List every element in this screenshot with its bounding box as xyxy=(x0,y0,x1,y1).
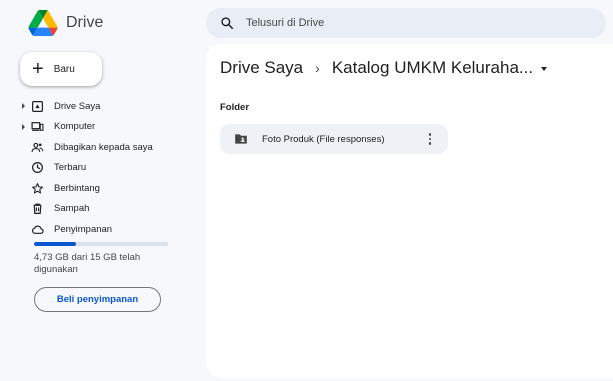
sidebar-item-my-drive[interactable]: Drive Saya xyxy=(22,96,206,117)
star-icon xyxy=(30,181,44,195)
app-name: Drive xyxy=(66,14,104,31)
more-options-icon[interactable] xyxy=(422,131,438,147)
sidebar-nav: Drive Saya Komputer Dibagikan kepada say… xyxy=(22,96,206,240)
sidebar-item-label: Drive Saya xyxy=(54,100,101,112)
expand-arrow-icon[interactable] xyxy=(22,123,25,130)
expand-arrow-icon[interactable] xyxy=(22,103,25,109)
cloud-icon xyxy=(30,222,44,236)
sidebar-item-label: Terbaru xyxy=(54,162,87,174)
breadcrumb-current-folder[interactable]: Katalog UMKM Keluraha... xyxy=(331,58,548,78)
sidebar-item-starred[interactable]: Berbintang xyxy=(26,178,206,199)
storage-progress-bar xyxy=(34,242,168,246)
folder-item[interactable]: Foto Produk (File responses) xyxy=(220,124,448,154)
drive-logo[interactable]: Drive xyxy=(28,10,103,36)
clock-icon xyxy=(30,161,44,175)
storage-usage-text: 4,73 GB dari 15 GB telah digunakan xyxy=(34,252,141,275)
search-bar[interactable] xyxy=(206,8,606,38)
search-icon[interactable] xyxy=(220,16,234,30)
folder-name: Foto Produk (File responses) xyxy=(262,133,385,145)
google-drive-logo-icon xyxy=(28,10,58,36)
sidebar-item-label: Dibagikan kepada saya xyxy=(54,141,153,153)
new-button[interactable]: + Baru xyxy=(20,52,102,86)
sidebar-item-recent[interactable]: Terbaru xyxy=(26,158,206,179)
sidebar-item-computers[interactable]: Komputer xyxy=(22,117,206,138)
breadcrumb-separator: › xyxy=(315,60,320,76)
search-input[interactable] xyxy=(246,17,546,29)
sidebar-item-storage[interactable]: Penyimpanan xyxy=(26,219,206,240)
breadcrumb: Drive Saya › Katalog UMKM Keluraha... xyxy=(220,58,548,78)
trash-icon xyxy=(30,202,44,216)
my-drive-icon xyxy=(30,99,44,113)
plus-icon: + xyxy=(32,58,44,80)
shared-folder-icon xyxy=(235,134,247,144)
computer-icon xyxy=(30,120,44,134)
buy-storage-button[interactable]: Beli penyimpanan xyxy=(34,287,161,312)
sidebar-item-label: Penyimpanan xyxy=(54,223,113,235)
sidebar-item-label: Komputer xyxy=(54,121,96,133)
dropdown-arrow-icon xyxy=(541,67,548,71)
section-label: Folder xyxy=(220,102,250,113)
sidebar-item-shared-with-me[interactable]: Dibagikan kepada saya xyxy=(26,137,206,158)
shared-people-icon xyxy=(30,140,44,154)
storage-progress-fill xyxy=(34,242,77,246)
sidebar-item-trash[interactable]: Sampah xyxy=(26,199,206,220)
breadcrumb-current-label: Katalog UMKM Keluraha... xyxy=(331,58,534,77)
main-content: Drive Saya › Katalog UMKM Keluraha... Fo… xyxy=(206,44,613,378)
sidebar-item-label: Berbintang xyxy=(54,182,100,194)
breadcrumb-root[interactable]: Drive Saya xyxy=(220,58,303,78)
sidebar-item-label: Sampah xyxy=(54,203,90,215)
new-button-label: Baru xyxy=(53,63,75,75)
